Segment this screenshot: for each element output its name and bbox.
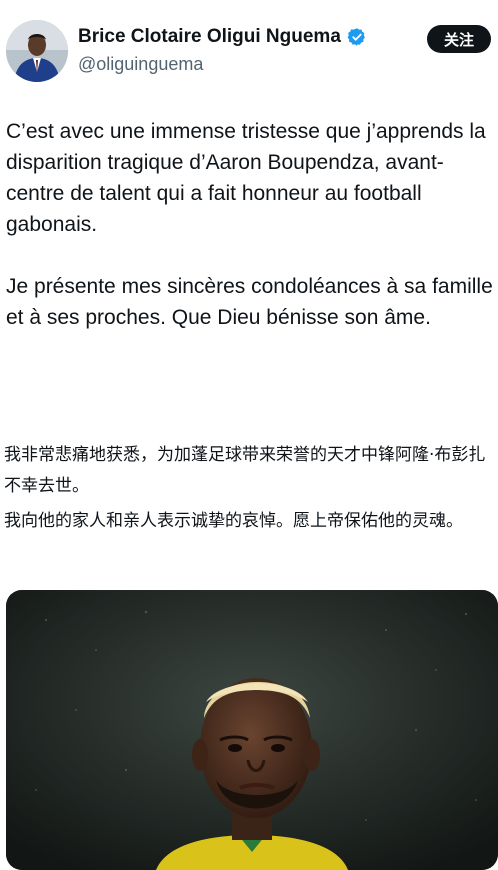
tweet-text-chinese: 我非常悲痛地获悉，为加蓬足球带来荣誉的天才中锋阿隆·布彭扎不幸去世。 我向他的家… <box>4 440 496 537</box>
tweet-paragraph: C’est avec une immense tristesse que j’a… <box>6 120 486 236</box>
tweet-text-french: C’est avec une immense tristesse que j’a… <box>6 116 494 333</box>
avatar[interactable] <box>6 20 68 82</box>
tweet-paragraph-translation: 我向他的家人和亲人表示诚挚的哀悼。愿上帝保佑他的灵魂。 <box>4 511 463 531</box>
tweet-photo[interactable] <box>6 590 498 870</box>
player-photo <box>6 590 498 870</box>
author-name[interactable]: Brice Clotaire Oligui Nguema <box>78 26 341 48</box>
author-name-row: Brice Clotaire Oligui Nguema <box>78 26 367 48</box>
tweet-paragraph: Je présente mes sincères condoléances à … <box>6 275 493 329</box>
follow-button[interactable]: 关注 <box>427 25 491 53</box>
tweet-paragraph-translation: 我非常悲痛地获悉，为加蓬足球带来荣誉的天才中锋阿隆·布彭扎不幸去世。 <box>4 445 486 496</box>
tweet-header: Brice Clotaire Oligui Nguema @oliguingue… <box>0 0 498 100</box>
author-handle[interactable]: @oliguinguema <box>78 54 203 75</box>
verified-badge-icon <box>347 28 365 46</box>
avatar-image <box>6 20 68 82</box>
